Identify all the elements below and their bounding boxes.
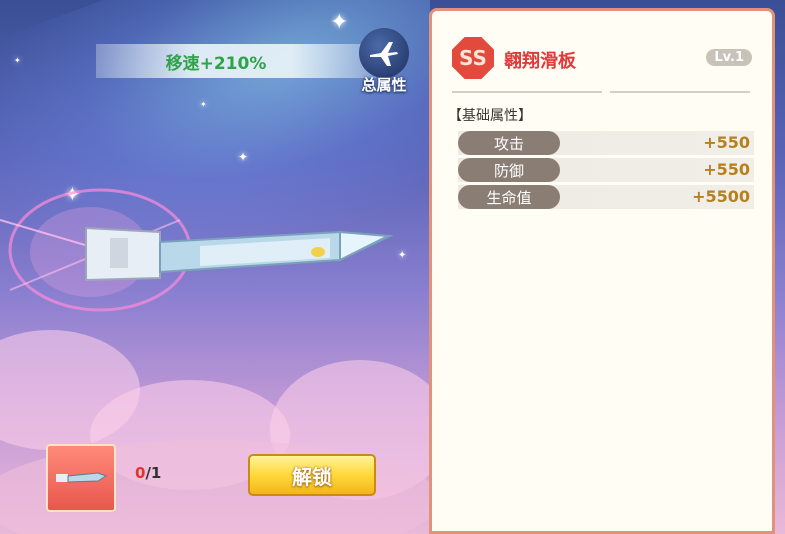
airplane-icon xyxy=(359,28,409,78)
section-title: 【基础属性】 xyxy=(448,108,532,124)
stat-value: +550 xyxy=(703,160,750,179)
total-attributes-button[interactable]: 总属性 xyxy=(355,28,413,95)
speed-bonus-banner: 移速+210% xyxy=(96,44,376,78)
item-slot[interactable] xyxy=(46,444,116,512)
stat-row: 生命值 +5500 xyxy=(458,185,754,209)
stat-value: +5500 xyxy=(692,187,750,206)
star-icon: ✦ xyxy=(238,150,249,164)
stat-label: 生命值 xyxy=(458,185,560,209)
star-icon: ✦ xyxy=(330,10,349,35)
item-name: 翱翔滑板 xyxy=(504,51,576,72)
stat-row: 防御 +550 xyxy=(458,158,754,182)
star-icon: ✦ xyxy=(14,56,21,65)
rarity-badge: SS xyxy=(452,37,494,79)
stat-label: 防御 xyxy=(458,158,560,182)
divider xyxy=(610,91,750,93)
star-icon: ✦ xyxy=(200,100,207,109)
item-count: 0/1 xyxy=(135,464,161,482)
item-count-current: 0 xyxy=(135,464,146,482)
item-detail-panel: SS 翱翔滑板 Lv.1 【基础属性】 攻击 +550 防御 +550 生命值 … xyxy=(429,8,775,534)
level-badge: Lv.1 xyxy=(706,49,752,66)
speed-bonus-text: 移速+210% xyxy=(165,53,267,74)
stat-row: 攻击 +550 xyxy=(458,131,754,155)
divider xyxy=(452,91,602,93)
stat-value: +550 xyxy=(703,133,750,152)
unlock-button[interactable]: 解锁 xyxy=(248,454,376,496)
skateboard-weapon-illustration xyxy=(0,180,420,330)
item-count-total: /1 xyxy=(145,464,162,482)
stat-label: 攻击 xyxy=(458,131,560,155)
skateboard-icon xyxy=(56,472,108,483)
total-attributes-label: 总属性 xyxy=(361,76,407,94)
